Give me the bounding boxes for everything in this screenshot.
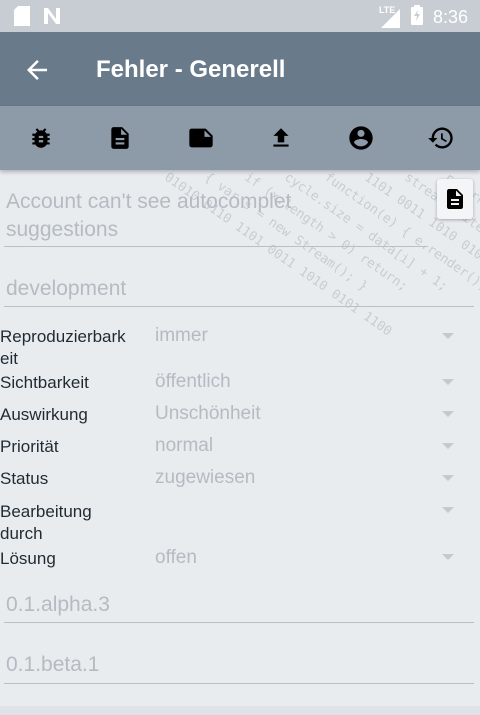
bottom-strip [0,706,480,715]
label-visibility: Sichtbarkeit [0,373,89,392]
summary-text-line2: suggestions [6,218,119,241]
arrow-back-icon[interactable] [22,55,52,85]
version-underline [4,622,474,623]
upload-icon[interactable] [265,122,297,154]
document-icon[interactable] [104,122,136,154]
summary-field[interactable]: Account can't see autocomplet suggestion… [6,188,291,244]
select-priority[interactable] [150,432,460,460]
battery-icon [410,5,423,30]
select-handler[interactable] [150,497,460,525]
account-icon[interactable] [345,122,377,154]
version-field[interactable]: 0.1.alpha.3 [6,593,110,617]
label-status: Status [0,469,49,488]
note-icon[interactable] [185,122,217,154]
select-resolution[interactable] [150,544,460,572]
label-resolution: Lösung [0,549,56,568]
page-title: Fehler - Generell [96,56,286,83]
clock: 8:36 [432,7,468,27]
document-icon-button[interactable] [437,179,473,219]
target-version-field[interactable]: 0.1.beta.1 [6,653,99,677]
n-notification-icon [42,6,62,31]
label-reproducibility: Reproduzierbark eit [0,327,126,368]
select-visibility[interactable] [150,368,460,396]
target-version-underline [4,683,474,684]
document-icon [447,189,463,209]
summary-text-line1: Account can't see autocomplet [6,190,292,213]
history-icon[interactable] [425,122,457,154]
status-bar: LTE 8:36 [0,0,480,32]
bug-icon[interactable] [25,122,57,154]
select-impact[interactable] [150,400,460,428]
label-impact: Auswirkung [0,405,88,424]
sd-card-icon [14,6,30,31]
toolbar [0,106,480,170]
signal-icon: LTE [379,5,401,29]
select-reproducibility[interactable] [150,322,460,350]
app-bar: Fehler - Generell [0,32,480,106]
category-underline [4,306,474,307]
label-handler: Bearbeitung durch [0,502,92,543]
select-status[interactable] [150,464,460,492]
label-priority: Priorität [0,437,59,456]
category-field[interactable]: development [6,277,126,301]
summary-underline [4,246,428,247]
